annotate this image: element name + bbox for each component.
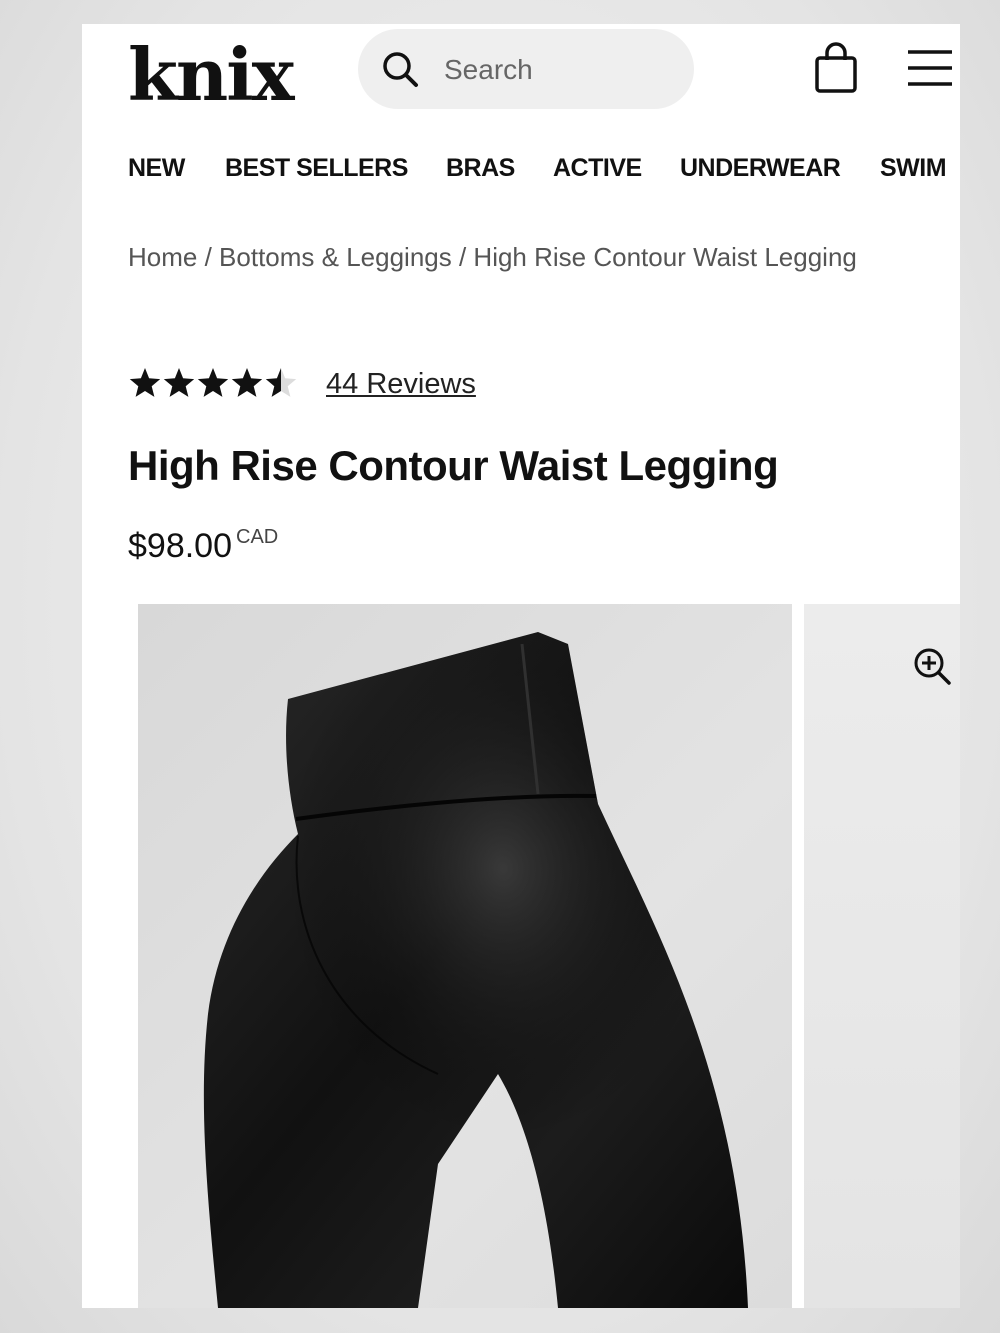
price-currency: CAD	[236, 526, 279, 548]
price-amount: $98.00	[128, 527, 232, 565]
breadcrumb: Home / Bottoms & Leggings / High Rise Co…	[128, 236, 908, 278]
mobile-viewport: knix NEW BEST SELLERS BRAS ACTIVE UNDERW…	[82, 24, 960, 1308]
nav-item-best-sellers[interactable]: BEST SELLERS	[225, 146, 408, 190]
zoom-in-icon[interactable]	[912, 646, 952, 686]
search-bar[interactable]	[358, 29, 694, 109]
nav-item-underwear[interactable]: UNDERWEAR	[680, 146, 841, 190]
search-input[interactable]	[442, 49, 676, 91]
breadcrumb-current: / High Rise Contour Waist Legging	[458, 242, 857, 272]
nav-item-swim[interactable]: SWIM	[880, 146, 947, 190]
product-price: $98.00 CAD	[128, 514, 278, 569]
breadcrumb-home[interactable]: Home	[128, 242, 197, 272]
hamburger-menu-icon[interactable]	[906, 48, 954, 88]
nav-item-active[interactable]: ACTIVE	[553, 146, 642, 190]
nav-item-new[interactable]: NEW	[128, 146, 185, 190]
product-image-next[interactable]	[804, 604, 960, 1308]
search-icon[interactable]	[380, 49, 420, 89]
legging-illustration	[203, 632, 749, 1308]
brand-logo[interactable]: knix	[128, 30, 295, 120]
site-header: knix	[82, 24, 960, 124]
shopping-bag-icon[interactable]	[814, 42, 858, 94]
product-title: High Rise Contour Waist Legging	[128, 442, 779, 489]
rating-star	[163, 368, 195, 397]
rating-star	[231, 368, 263, 397]
rating-stars[interactable]	[128, 366, 298, 402]
breadcrumb-category[interactable]: / Bottoms & Leggings	[205, 242, 452, 272]
rating-star	[265, 368, 297, 397]
nav-item-bras[interactable]: BRAS	[446, 146, 515, 190]
product-image-main[interactable]	[138, 604, 792, 1308]
rating-star	[197, 368, 229, 397]
category-nav: NEW BEST SELLERS BRAS ACTIVE UNDERWEAR S…	[82, 146, 960, 190]
reviews-link[interactable]: 44 Reviews	[326, 362, 476, 406]
rating-star	[129, 368, 161, 397]
